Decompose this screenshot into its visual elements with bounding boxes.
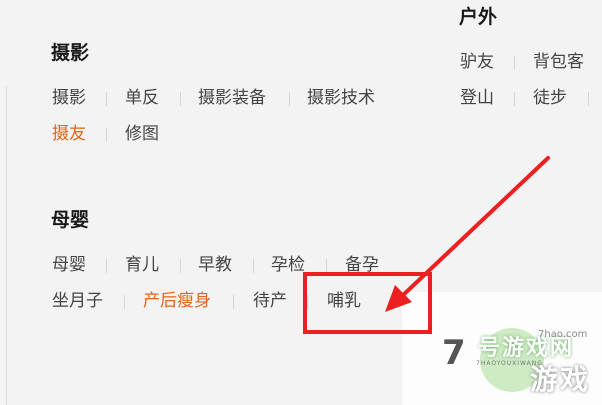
- tag-postpartum-slimming[interactable]: 产后瘦身: [143, 289, 211, 313]
- watermark-youxi: 游戏: [530, 363, 591, 396]
- tag-separator: [180, 92, 181, 106]
- tag-backpacker[interactable]: 背包客: [533, 50, 584, 74]
- tag-separator: [180, 259, 181, 273]
- tag-separator: [588, 92, 589, 106]
- annotation-highlight-box: [303, 272, 432, 334]
- tag-parenting[interactable]: 育儿: [125, 253, 159, 277]
- tag-photo-equipment[interactable]: 摄影装备: [198, 86, 266, 110]
- section-title-photography: 摄影: [51, 42, 90, 64]
- tag-pregnancy-checkup[interactable]: 孕检: [271, 253, 305, 277]
- tag-separator: [233, 295, 234, 309]
- tag-awaiting-delivery[interactable]: 待产: [253, 289, 287, 313]
- tag-separator: [124, 295, 125, 309]
- tag-backpack-friends[interactable]: 驴友: [460, 50, 494, 74]
- tag-dslr[interactable]: 单反: [125, 86, 159, 110]
- tag-separator: [514, 56, 515, 70]
- section-title-maternity: 母婴: [51, 209, 90, 231]
- tag-separator: [106, 128, 107, 142]
- tag-separator: [514, 92, 515, 106]
- tag-separator: [106, 92, 107, 106]
- tag-separator: [289, 92, 290, 106]
- panel-left-border: [6, 86, 7, 405]
- watermark-number: 7: [442, 333, 466, 373]
- tag-mountaineering[interactable]: 登山: [460, 86, 494, 110]
- tag-maternity[interactable]: 母婴: [52, 253, 86, 277]
- tag-separator: [106, 259, 107, 273]
- tag-early-education[interactable]: 早教: [198, 253, 232, 277]
- tag-separator: [253, 259, 254, 273]
- tag-separator: [326, 259, 327, 273]
- tag-photo-friends[interactable]: 摄友: [52, 122, 86, 146]
- tag-confinement[interactable]: 坐月子: [52, 289, 103, 313]
- watermark-url: 7hao.com: [538, 329, 588, 340]
- tag-hiking[interactable]: 徒步: [533, 86, 567, 110]
- section-title-outdoor: 户外: [459, 6, 498, 28]
- watermark-logo: 7 号游戏网 7hao.com 7HAOYOUXIWANG 游戏: [430, 318, 602, 405]
- tag-photography[interactable]: 摄影: [52, 86, 86, 110]
- tag-photo-retouch[interactable]: 修图: [125, 122, 159, 146]
- tag-photo-technique[interactable]: 摄影技术: [307, 86, 375, 110]
